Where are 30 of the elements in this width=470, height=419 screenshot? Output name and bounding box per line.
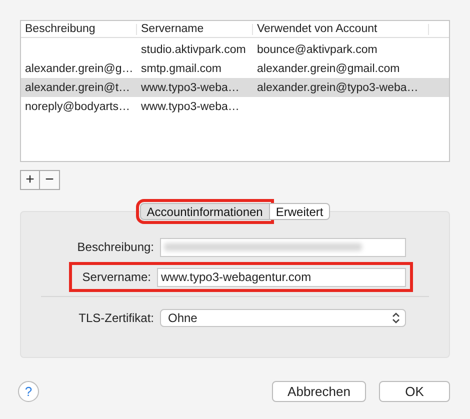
remove-button[interactable]: − — [40, 170, 60, 190]
ok-button[interactable]: OK — [379, 380, 450, 402]
dropdown[interactable]: Ohne — [160, 309, 406, 327]
table-row[interactable]: studio.aktivpark.com bounce@aktivpark.com — [21, 40, 449, 59]
table-cell: smtp.gmail.com — [141, 62, 222, 74]
table-cell: www.typo3-weba… — [141, 82, 240, 94]
table-row[interactable]: noreply@bodyarts… www.typo3-weba… — [21, 97, 449, 116]
table-cell: studio.aktivpark.com — [141, 44, 246, 56]
table-row[interactable]: alexander.grein@t… www.typo3-weba… alexander.grein@typo3-weba… — [21, 78, 449, 97]
cancel-button[interactable]: Abbrechen — [272, 380, 366, 402]
table-cell: alexander.grein@t… — [25, 82, 130, 94]
column-header[interactable]: Servername — [137, 24, 253, 34]
field-label: TLS-Zertifikat: — [78, 311, 154, 325]
table-cell: www.typo3-weba… — [141, 100, 240, 112]
help-button[interactable]: ? — [18, 380, 39, 402]
column-header[interactable]: Verwendet von Account — [253, 24, 429, 34]
input-field[interactable] — [160, 238, 406, 256]
table-cell: alexander.grein@gmail.com — [257, 62, 400, 74]
updown-chevron-icon — [392, 312, 400, 324]
input-field[interactable]: www.typo3-webagentur.com — [157, 268, 406, 286]
field-label: Servername: — [82, 270, 151, 284]
table-row[interactable]: alexander.grein@g… smtp.gmail.com alexander.grein@gmail.com — [21, 59, 449, 78]
tab[interactable]: Erweitert — [270, 203, 330, 220]
table-cell: bounce@aktivpark.com — [257, 44, 378, 56]
table-cell: noreply@bodyarts… — [25, 100, 130, 112]
add-button[interactable]: + — [20, 170, 40, 190]
table-cell: alexander.grein@g… — [25, 62, 134, 74]
column-header[interactable]: Beschreibung — [21, 24, 137, 34]
table-cell: alexander.grein@typo3-weba… — [257, 82, 418, 94]
field-label: Beschreibung: — [77, 240, 154, 254]
